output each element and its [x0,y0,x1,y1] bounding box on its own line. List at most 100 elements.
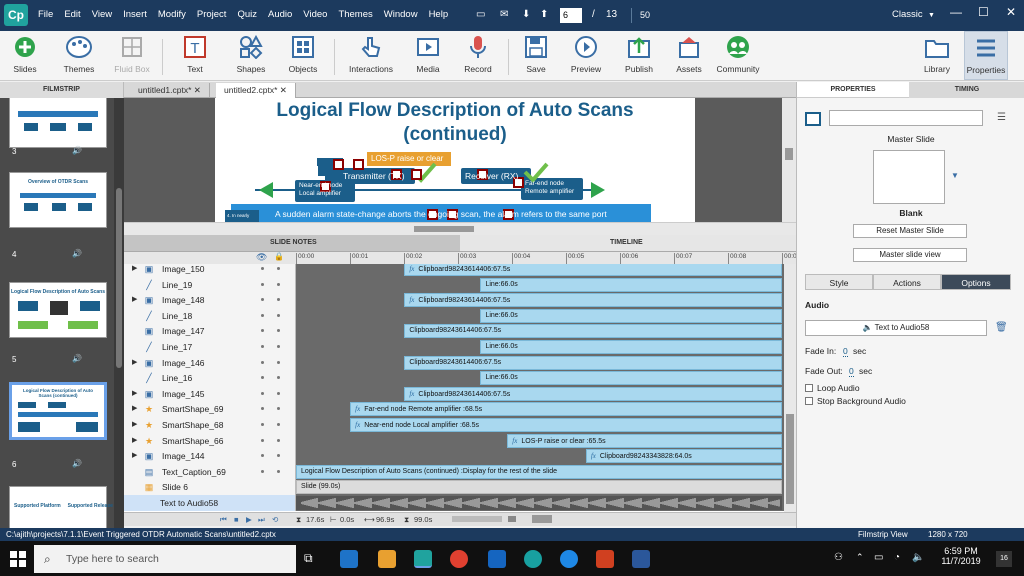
properties-button[interactable]: Properties [964,31,1008,80]
people-icon[interactable]: ⚇ [834,552,843,563]
timeline-bar[interactable]: Line:66.0s [480,308,782,323]
loop-icon[interactable]: ⟲ [272,515,278,524]
expand-arrow-icon[interactable]: ▶ [132,295,137,303]
timeline-row-header[interactable]: ▤ Text_Caption_69 [124,463,296,480]
lock-toggle[interactable] [277,454,280,458]
slide-thumbnail-6[interactable]: Logical Flow Description of Auto Scans (… [9,382,107,440]
chevron-up-icon[interactable]: ⌃ [856,552,864,563]
timeline-row[interactable]: ╱ Line_19 Line:66.0s [124,276,784,293]
windows-start-icon[interactable] [10,551,26,567]
media-button[interactable]: Media [410,33,446,74]
assets-button[interactable]: Assets [672,33,706,74]
menu-quiz[interactable]: Quiz [237,9,257,20]
lock-toggle[interactable] [277,376,280,380]
expand-arrow-icon[interactable]: ▶ [132,264,137,272]
menu-edit[interactable]: Edit [64,9,80,20]
chrome-icon[interactable] [450,550,468,568]
timeline-row-header[interactable]: ▶ ★ SmartShape_68 [124,417,296,433]
visibility-toggle[interactable] [261,391,264,395]
loop-audio-checkbox[interactable] [805,384,813,392]
scroll-thumb[interactable] [116,188,122,368]
expand-arrow-icon[interactable]: ▶ [132,451,137,459]
visibility-toggle[interactable] [261,298,264,302]
lock-toggle[interactable] [277,329,280,333]
timeline-row-header[interactable]: ▶ ▣ Image_148 [124,292,296,309]
publish-button[interactable]: Publish [620,33,658,74]
chevron-down-icon[interactable]: ▼ [928,12,935,19]
save-button[interactable]: Save [520,33,552,74]
reset-master-slide-button[interactable]: Reset Master Slide [853,224,967,238]
notification-badge[interactable]: 16 [996,551,1012,567]
minimize-icon[interactable]: — [950,5,962,19]
slides-button[interactable]: Slides [8,33,42,74]
monitor-icon[interactable]: ▭ [476,9,485,20]
timeline-bar[interactable]: fx Clipboard98243614406:67.5s [404,386,782,401]
timeline-row[interactable]: ▤ Text_Caption_69 Logical Flow Description… [124,463,784,480]
timeline-row-header[interactable]: ▶ ★ SmartShape_69 [124,401,296,418]
forward-icon[interactable]: ⏭ [258,515,265,525]
slide-thumbnail-7[interactable]: Supported Platform Supported Release [9,486,113,528]
timeline-bar[interactable]: fx Clipboard98243614406:67.5s [404,293,782,308]
timeline-row[interactable]: ▣ Image_147 Clipboard98243614406:67.5s [124,323,784,340]
effect-icon[interactable]: fx [355,405,360,413]
timeline-row[interactable]: ╱ Line_16 Line:66.0s [124,370,784,387]
lock-icon[interactable]: 🔒 [274,252,284,261]
timeline-row-header[interactable]: ╱ Line_16 [124,370,296,387]
menu-insert[interactable]: Insert [123,9,147,20]
visibility-toggle[interactable] [261,407,264,411]
timeline-row[interactable]: ▶ ▣ Image_144 fx Clipboard98243343828:64.0s [124,448,784,465]
system-clock[interactable]: 6:59 PM 11/7/2019 [934,546,988,566]
timeline-zoom-slider[interactable] [452,516,502,522]
audio-file-button[interactable]: 🔈 Text to Audio58 [805,320,987,336]
slider-handle[interactable] [508,516,516,522]
tab-untitled2[interactable]: untitled2.cptx* ✕ [216,83,296,98]
tab-actions[interactable]: Actions [873,274,941,290]
timeline-bar[interactable]: Line:66.0s [480,340,782,354]
scroll-thumb[interactable] [414,226,474,232]
stop-icon[interactable]: ■ [234,515,239,524]
teams-icon[interactable] [560,550,578,568]
los-label[interactable]: LOS-P raise or clear [371,154,443,163]
expand-arrow-icon[interactable]: ▶ [132,389,137,397]
timeline-bar[interactable]: fx LOS-P raise or clear :65.5s [507,433,782,448]
visibility-toggle[interactable] [261,376,264,380]
menu-help[interactable]: Help [429,9,449,20]
effect-icon[interactable]: fx [591,452,596,460]
receiver-label[interactable]: Receiver (RX) [465,171,518,181]
tab-slide-notes[interactable]: SLIDE NOTES [124,235,460,251]
volume-icon[interactable]: 🔈 [912,552,924,563]
interactions-button[interactable]: Interactions [346,33,396,74]
timeline-scrollbar[interactable] [784,264,796,512]
lock-toggle[interactable] [277,407,280,411]
word-icon[interactable] [632,550,650,568]
lock-toggle[interactable] [277,313,280,317]
timeline-bar[interactable]: Line:66.0s [480,371,782,386]
fade-in-input[interactable]: 0 [843,346,848,357]
timeline-row[interactable]: ▶ ▣ Image_150 fx Clipboard98243614406:67.5s [124,264,784,277]
lock-toggle[interactable] [277,345,280,348]
close-icon[interactable]: ✕ [280,85,287,95]
menu-video[interactable]: Video [303,9,327,20]
community-button[interactable]: Community [714,33,762,74]
effect-icon[interactable]: fx [409,265,414,273]
view-mode[interactable]: Filmstrip View [858,530,908,539]
timeline-row[interactable]: ╱ Line_18 Line:66.0s [124,307,784,324]
expand-arrow-icon[interactable]: ▶ [132,358,137,366]
tab-timeline[interactable]: TIMELINE [460,235,796,251]
visibility-toggle[interactable] [261,282,264,286]
timeline-row-header[interactable]: ╱ Line_18 [124,307,296,324]
eye-icon[interactable]: 👁 [256,252,267,263]
arrow-down-icon[interactable]: ⬇ [522,9,530,20]
fluid-box-button[interactable]: Fluid Box [112,33,152,74]
slide-thumbnail-4[interactable]: Overview of OTDR Scans [9,172,107,228]
task-view-icon[interactable]: ⧉ [304,551,313,566]
powerpoint-icon[interactable] [596,550,614,568]
timeline-row-header[interactable]: ╱ Line_17 [124,339,296,355]
menu-view[interactable]: View [92,9,112,20]
expand-arrow-icon[interactable]: ▶ [132,436,137,444]
master-slide-view-button[interactable]: Master slide view [853,248,967,262]
timeline-bar[interactable]: Line:66.0s [480,277,782,292]
timeline-row[interactable]: ╱ Line_17 Line:66.0s [124,339,784,355]
timeline-bar[interactable]: Clipboard98243614406:67.5s [404,324,782,339]
edge-icon[interactable] [340,550,358,568]
